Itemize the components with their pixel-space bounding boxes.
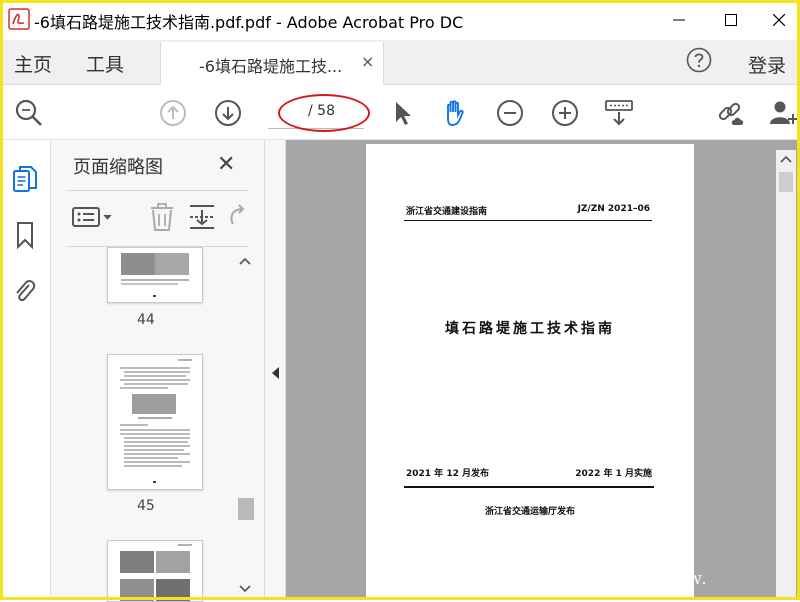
panel-divider — [67, 190, 248, 191]
next-page-icon[interactable] — [213, 98, 243, 128]
page-header-right: JZ/ZN 2021–06 — [577, 204, 650, 214]
minimize-icon — [673, 19, 685, 21]
document-viewer[interactable]: 浙江省交通建设指南 JZ/ZN 2021–06 填石路堤施工技术指南 2021 … — [286, 140, 800, 600]
zoom-out-icon[interactable] — [495, 98, 525, 128]
page-indicator-highlight-annotation — [278, 94, 370, 132]
share-link-icon[interactable] — [716, 98, 746, 128]
panel-title: 页面缩略图 — [73, 157, 163, 178]
scrollbar-thumb[interactable] — [779, 172, 793, 192]
navigation-rail — [0, 140, 51, 600]
minimize-button[interactable] — [656, 0, 702, 40]
bookmarks-icon[interactable] — [12, 220, 38, 250]
publisher: 浙江省交通运输厅发布 — [484, 507, 575, 517]
help-icon[interactable] — [686, 47, 712, 73]
delete-page-icon[interactable] — [147, 202, 177, 232]
scroll-up-icon[interactable] — [238, 256, 252, 266]
thumbnail-page-44[interactable] — [107, 247, 203, 303]
maximize-icon — [725, 14, 737, 26]
document-title: 填石路堤施工技术指南 — [445, 321, 615, 337]
acrobat-logo-icon — [8, 8, 30, 30]
footer-rule — [404, 486, 654, 488]
header-rule — [404, 220, 652, 221]
thumbnail-image — [120, 359, 192, 483]
close-window-button[interactable] — [756, 0, 800, 40]
publish-date: 2021 年 12 月发布 — [406, 469, 489, 479]
toolbar: / 58 — [0, 85, 800, 140]
rotate-page-icon[interactable] — [227, 202, 247, 232]
search-icon[interactable] — [14, 98, 44, 128]
tab-bar: 主页 工具 — [0, 40, 800, 85]
thumbnail-image — [120, 544, 192, 601]
page-thumbnails-panel: 页面缩略图 ✕ 44 45 — [51, 140, 265, 602]
effective-date: 2022 年 1 月实施 — [575, 469, 652, 479]
tab-document[interactable]: -6填石路堤施工技... × — [160, 42, 384, 85]
select-cursor-icon[interactable] — [388, 98, 418, 128]
document-scrollbar[interactable] — [776, 150, 796, 600]
thumbnail-page-45[interactable] — [107, 354, 203, 490]
scroll-up-icon[interactable] — [779, 154, 793, 164]
tab-home[interactable]: 主页 — [14, 50, 52, 77]
scroll-down-icon[interactable] — [238, 584, 252, 594]
pdf-page: 浙江省交通建设指南 JZ/ZN 2021–06 填石路堤施工技术指南 2021 … — [366, 144, 694, 600]
zoom-in-icon[interactable] — [550, 98, 580, 128]
extract-page-icon[interactable] — [187, 202, 217, 232]
prev-page-icon[interactable] — [158, 98, 188, 128]
hand-tool-icon[interactable] — [440, 98, 470, 128]
thumbnail-page-number: 44 — [137, 312, 155, 328]
thumbnail-image — [121, 253, 189, 297]
scrollbar-thumb[interactable] — [238, 498, 254, 520]
options-menu-icon[interactable] — [71, 202, 115, 232]
collapse-arrow-icon[interactable] — [270, 366, 280, 380]
add-user-icon[interactable] — [768, 98, 798, 128]
tab-tools[interactable]: 工具 — [86, 50, 124, 77]
panel-collapse-gutter[interactable] — [265, 140, 286, 600]
attachments-icon[interactable] — [12, 276, 38, 306]
close-tab-button[interactable]: × — [361, 52, 374, 71]
window-title: -6填石路堤施工技术指南.pdf.pdf - Adobe Acrobat Pro… — [34, 13, 464, 32]
title-bar: -6填石路堤施工技术指南.pdf.pdf - Adobe Acrobat Pro… — [0, 0, 800, 40]
watermark: www. — [654, 568, 708, 589]
thumbnail-page-number: 45 — [137, 498, 155, 514]
login-button[interactable]: 登录 — [748, 51, 786, 78]
maximize-button[interactable] — [708, 0, 754, 40]
close-icon — [773, 14, 785, 26]
thumbnail-page-46[interactable] — [107, 540, 203, 602]
page-header-left: 浙江省交通建设指南 — [406, 207, 488, 217]
close-panel-button[interactable]: ✕ — [217, 152, 235, 177]
thumbnail-scrollbar[interactable] — [235, 254, 255, 600]
document-tab-label: -6填石路堤施工技... — [199, 57, 343, 76]
keyboard-scroll-icon[interactable] — [604, 98, 634, 128]
page-thumbnails-icon[interactable] — [12, 164, 38, 194]
